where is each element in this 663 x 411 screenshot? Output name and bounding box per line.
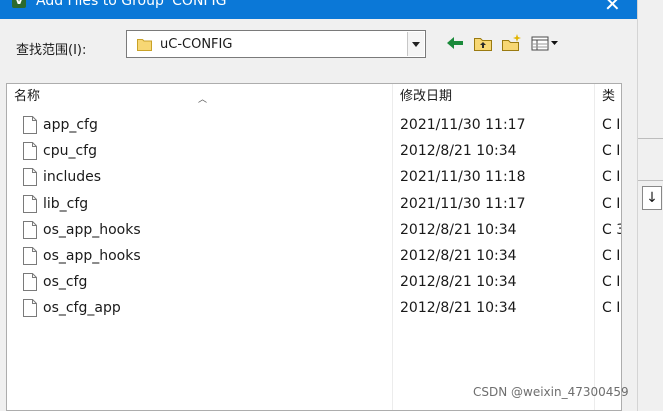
file-icon bbox=[23, 299, 37, 318]
file-row[interactable]: os_cfg 2012/8/21 10:34 C I bbox=[7, 269, 621, 295]
file-modified-date: 2021/11/30 11:17 bbox=[400, 195, 526, 212]
file-modified-date: 2021/11/30 11:18 bbox=[400, 169, 526, 186]
file-modified-date: 2012/8/21 10:34 bbox=[400, 143, 517, 160]
file-icon bbox=[23, 142, 37, 161]
divider bbox=[638, 138, 663, 139]
file-icon bbox=[23, 116, 37, 134]
file-modified-date: 2012/8/21 10:34 bbox=[400, 248, 517, 264]
app-icon: V bbox=[12, 0, 26, 8]
sort-ascending-icon: ︿ bbox=[198, 95, 208, 105]
file-name: app_cfg bbox=[43, 117, 98, 133]
file-row[interactable]: os_app_hooks 2012/8/21 10:34 C 3 bbox=[7, 217, 621, 243]
close-icon[interactable]: ✕ bbox=[604, 0, 621, 16]
file-modified-date: 2012/8/21 10:34 bbox=[400, 221, 517, 238]
column-header-type-label: 类 bbox=[602, 89, 616, 104]
file-name: cpu_cfg bbox=[43, 143, 97, 160]
column-header-modified[interactable]: 修改日期 bbox=[393, 84, 595, 110]
column-header-name-label: 名称 bbox=[14, 89, 41, 104]
file-icon bbox=[23, 220, 37, 239]
file-list[interactable]: 名称 ︿ 修改日期 类 app_cfg 2021/11/30 11:17 C Icp… bbox=[6, 83, 622, 411]
file-modified-date: 2012/8/21 10:34 bbox=[400, 300, 517, 317]
window-title: Add Files to Group 'CONFIG' bbox=[36, 0, 231, 9]
column-header-modified-label: 修改日期 bbox=[400, 89, 453, 104]
file-icon bbox=[23, 168, 37, 187]
file-type: C I bbox=[602, 117, 621, 133]
file-modified-date: 2021/11/30 11:17 bbox=[400, 117, 526, 133]
chevron-down-icon[interactable] bbox=[407, 32, 424, 56]
current-folder-text: uC-CONFIG bbox=[160, 37, 233, 52]
file-name: os_cfg_app bbox=[43, 300, 121, 317]
file-type: C I bbox=[602, 248, 621, 264]
view-menu-icon[interactable] bbox=[530, 33, 560, 53]
file-icon bbox=[23, 247, 37, 265]
file-name: os_app_hooks bbox=[43, 221, 141, 238]
file-name: os_cfg bbox=[43, 274, 88, 291]
up-folder-icon[interactable] bbox=[472, 33, 494, 53]
file-type: C I bbox=[602, 274, 621, 291]
file-name: os_app_hooks bbox=[43, 248, 141, 264]
file-modified-date: 2012/8/21 10:34 bbox=[400, 274, 517, 291]
file-type: C I bbox=[602, 300, 621, 317]
file-name: includes bbox=[43, 169, 102, 186]
file-type: C 3 bbox=[602, 221, 621, 238]
file-icon bbox=[23, 194, 37, 213]
file-row[interactable]: app_cfg 2021/11/30 11:17 C I bbox=[7, 112, 621, 138]
file-row[interactable]: includes 2021/11/30 11:18 C I bbox=[7, 164, 621, 190]
file-type: C I bbox=[602, 143, 621, 160]
column-header-name[interactable]: 名称 ︿ bbox=[7, 84, 393, 110]
background-button[interactable]: ↓ bbox=[642, 186, 662, 210]
file-type: C I bbox=[602, 169, 621, 186]
dialog-body: 查找范围(I): uC-CONFIG 名称 ︿ 修改日期 类 app_cfg 2… bbox=[0, 19, 637, 411]
divider bbox=[638, 180, 663, 181]
new-folder-icon[interactable] bbox=[500, 33, 522, 53]
back-arrow-icon[interactable] bbox=[444, 33, 466, 53]
file-row[interactable]: lib_cfg 2021/11/30 11:17 C I bbox=[7, 191, 621, 217]
file-name: lib_cfg bbox=[43, 195, 89, 212]
file-row[interactable]: cpu_cfg 2012/8/21 10:34 C I bbox=[7, 138, 621, 164]
file-type: C I bbox=[602, 195, 621, 212]
file-row[interactable]: os_app_hooks 2012/8/21 10:34 C I bbox=[7, 243, 621, 269]
title-bar: V Add Files to Group 'CONFIG' ✕ bbox=[0, 0, 637, 19]
column-header-type[interactable]: 类 bbox=[595, 84, 621, 110]
look-in-combobox[interactable]: uC-CONFIG bbox=[126, 30, 426, 58]
folder-icon bbox=[137, 39, 152, 51]
watermark: CSDN @weixin_47300459 bbox=[473, 385, 629, 399]
look-in-label: 查找范围(I): bbox=[16, 43, 87, 58]
file-icon bbox=[23, 273, 37, 292]
file-row[interactable]: os_cfg_app 2012/8/21 10:34 C I bbox=[7, 295, 621, 321]
background-window: ↓ bbox=[637, 0, 663, 411]
